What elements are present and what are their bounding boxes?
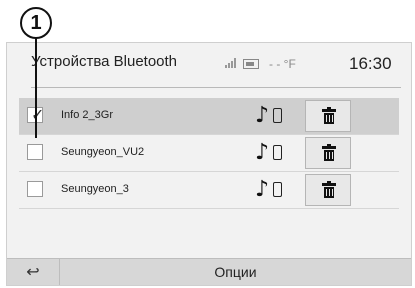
device-checkbox[interactable] [27, 181, 43, 197]
trash-icon [322, 144, 336, 162]
battery-icon [243, 59, 259, 69]
options-button[interactable]: Опции [60, 259, 411, 285]
callout-number: 1 [20, 7, 52, 39]
clock: 16:30 [349, 54, 392, 73]
page-title: Устройства Bluetooth [31, 53, 178, 70]
trash-icon [322, 181, 336, 199]
device-row[interactable]: Seungyeon_VU2 ♪ [19, 135, 399, 172]
device-row[interactable]: ✓ Info 2_3Gr ♪ [19, 98, 399, 135]
header-divider [31, 87, 401, 88]
signal-icon [225, 57, 237, 71]
checkmark-icon: ✓ [31, 105, 45, 124]
delete-device-button[interactable] [305, 174, 351, 206]
music-note-icon: ♪ [255, 177, 270, 202]
device-list: ✓ Info 2_3Gr ♪ Seungyeon_VU2 ♪ Seungyeon… [19, 98, 399, 209]
phone-icon [273, 108, 282, 123]
device-checkbox[interactable] [27, 144, 43, 160]
device-row[interactable]: Seungyeon_3 ♪ [19, 172, 399, 209]
footer-bar: ↩ Опции [7, 258, 411, 285]
music-note-icon: ♪ [255, 103, 270, 128]
bluetooth-devices-screen: Устройства Bluetooth - - °F 16:30 ✓ Info… [6, 42, 412, 286]
delete-device-button[interactable] [305, 137, 351, 169]
header: Устройства Bluetooth - - °F 16:30 [7, 43, 411, 87]
device-name: Seungyeon_3 [61, 183, 129, 195]
temperature-readout: - - °F [269, 57, 296, 71]
callout-pointer-line [35, 38, 37, 138]
back-arrow-icon: ↩ [26, 262, 40, 281]
device-name: Seungyeon_VU2 [61, 146, 145, 158]
phone-icon [273, 145, 282, 160]
music-note-icon: ♪ [255, 140, 270, 165]
delete-device-button[interactable] [305, 100, 351, 132]
device-name: Info 2_3Gr [61, 109, 113, 121]
back-button[interactable]: ↩ [7, 259, 60, 285]
trash-icon [322, 107, 336, 125]
phone-icon [273, 182, 282, 197]
